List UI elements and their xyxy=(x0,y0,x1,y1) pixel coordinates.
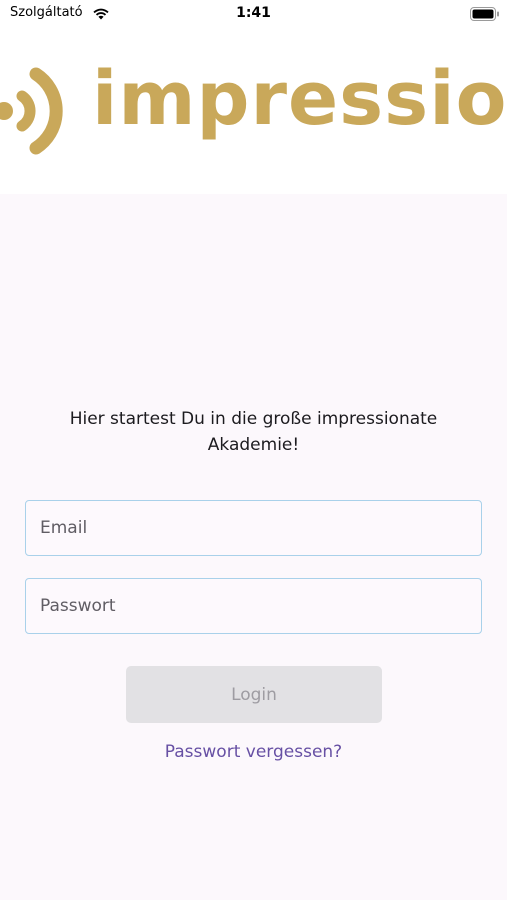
login-button[interactable]: Login xyxy=(126,666,382,723)
battery-icon xyxy=(470,6,500,25)
brand-logo-text: impressionate xyxy=(92,56,507,142)
status-bar: Szolgáltató 1:41 xyxy=(0,0,507,28)
email-field[interactable] xyxy=(25,500,482,556)
header-banner: impressionate xyxy=(0,28,507,194)
sound-waves-icon xyxy=(0,56,80,170)
status-clock: 1:41 xyxy=(236,5,271,21)
forgot-password-link[interactable]: Passwort vergessen? xyxy=(0,742,507,762)
welcome-text: Hier startest Du in die große impression… xyxy=(69,409,438,455)
password-field[interactable] xyxy=(25,578,482,634)
